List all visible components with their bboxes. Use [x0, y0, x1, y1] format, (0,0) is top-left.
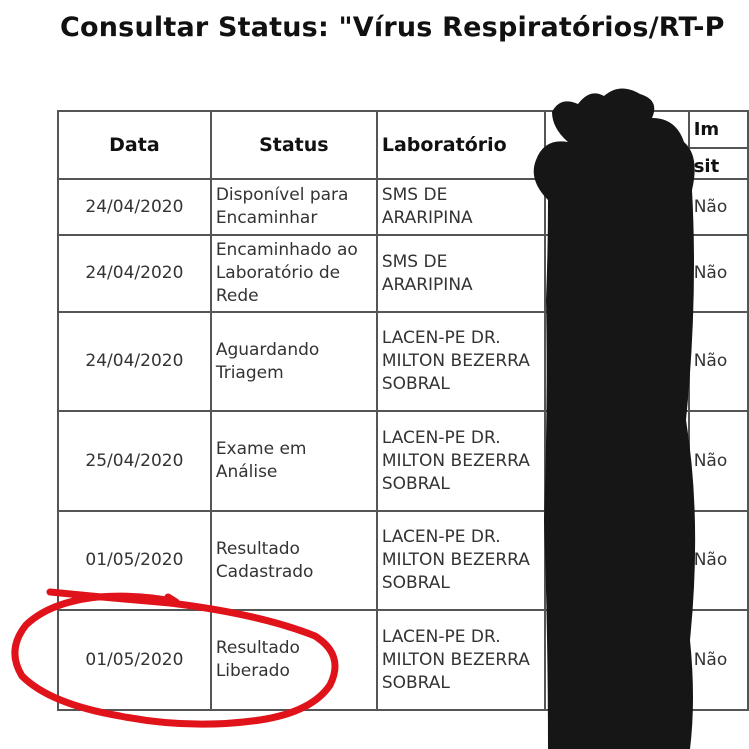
redaction-mark: [533, 88, 696, 749]
